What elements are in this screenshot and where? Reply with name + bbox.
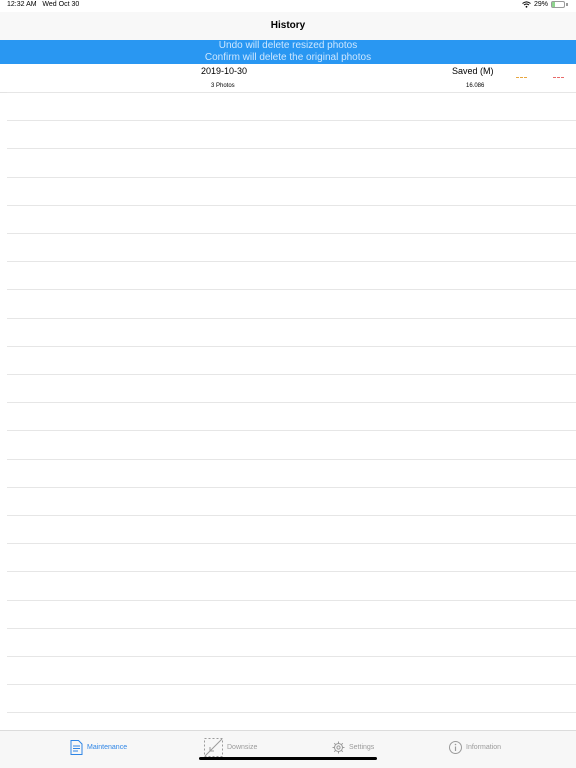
history-date: 2019-10-30 <box>201 66 248 76</box>
downsize-icon <box>204 737 223 757</box>
row-separator <box>7 486 576 488</box>
tab-settings[interactable]: Settings <box>332 738 374 756</box>
tab-information-label: Information <box>466 743 502 751</box>
tab-settings-label: Settings <box>349 743 375 751</box>
tab-downsize[interactable]: Downsize <box>204 737 258 757</box>
tab-bar: Maintenance Downsize Settings Informatio… <box>0 730 576 768</box>
row-separator <box>7 712 576 714</box>
history-row[interactable]: 2019-10-30 3 Photos Saved (M) 16.086 <box>0 64 576 93</box>
row-separator <box>7 543 576 545</box>
row-separator <box>7 430 576 432</box>
banner-confirm-text: Confirm will delete the original photos <box>204 52 372 63</box>
status-clock: 12:32 AM <box>7 1 37 8</box>
row-separator <box>7 571 576 573</box>
undo-action[interactable] <box>516 77 527 78</box>
banner-undo-text: Undo will delete resized photos <box>218 40 358 51</box>
row-separator <box>7 148 576 150</box>
saved-value: 16.086 <box>466 83 485 89</box>
gear-icon <box>332 741 345 753</box>
row-separator <box>7 233 576 234</box>
info-banner: Undo will delete resized photos Confirm … <box>0 40 576 64</box>
row-separator <box>7 599 576 601</box>
row-separator <box>7 402 576 404</box>
row-separator <box>7 458 576 460</box>
status-bar: 12:32 AM Wed Oct 30 29% <box>0 0 576 12</box>
history-photo-count: 3 Photos <box>211 83 235 89</box>
battery-icon <box>551 1 565 8</box>
tab-downsize-label: Downsize <box>227 743 258 751</box>
status-date: Wed Oct 30 <box>42 1 80 8</box>
row-separator <box>7 515 576 516</box>
row-separator <box>7 176 576 178</box>
saved-label: Saved (M) <box>452 66 494 76</box>
row-separator <box>7 656 576 657</box>
row-separator <box>7 374 576 375</box>
tab-maintenance-label: Maintenance <box>87 743 128 751</box>
tab-maintenance[interactable]: Maintenance <box>70 738 127 756</box>
confirm-action[interactable] <box>553 77 564 78</box>
page-title: History <box>270 20 306 31</box>
row-separator <box>7 627 576 629</box>
status-time: 12:32 AM Wed Oct 30 <box>7 1 79 8</box>
navigation-bar: History <box>0 12 576 40</box>
tab-information[interactable]: Information <box>449 738 501 756</box>
row-separator <box>7 317 576 319</box>
row-separator <box>7 204 576 206</box>
row-separator <box>7 92 576 93</box>
row-separator <box>7 289 576 291</box>
row-separator <box>7 120 576 122</box>
status-right: 29% <box>522 1 568 8</box>
row-separator <box>7 261 576 263</box>
wifi-icon <box>522 1 531 8</box>
maintenance-icon <box>70 739 83 755</box>
home-indicator <box>199 757 377 760</box>
battery-percent: 29% <box>533 1 548 8</box>
row-separator <box>7 345 576 347</box>
row-separator <box>7 684 576 686</box>
info-icon <box>449 740 462 754</box>
